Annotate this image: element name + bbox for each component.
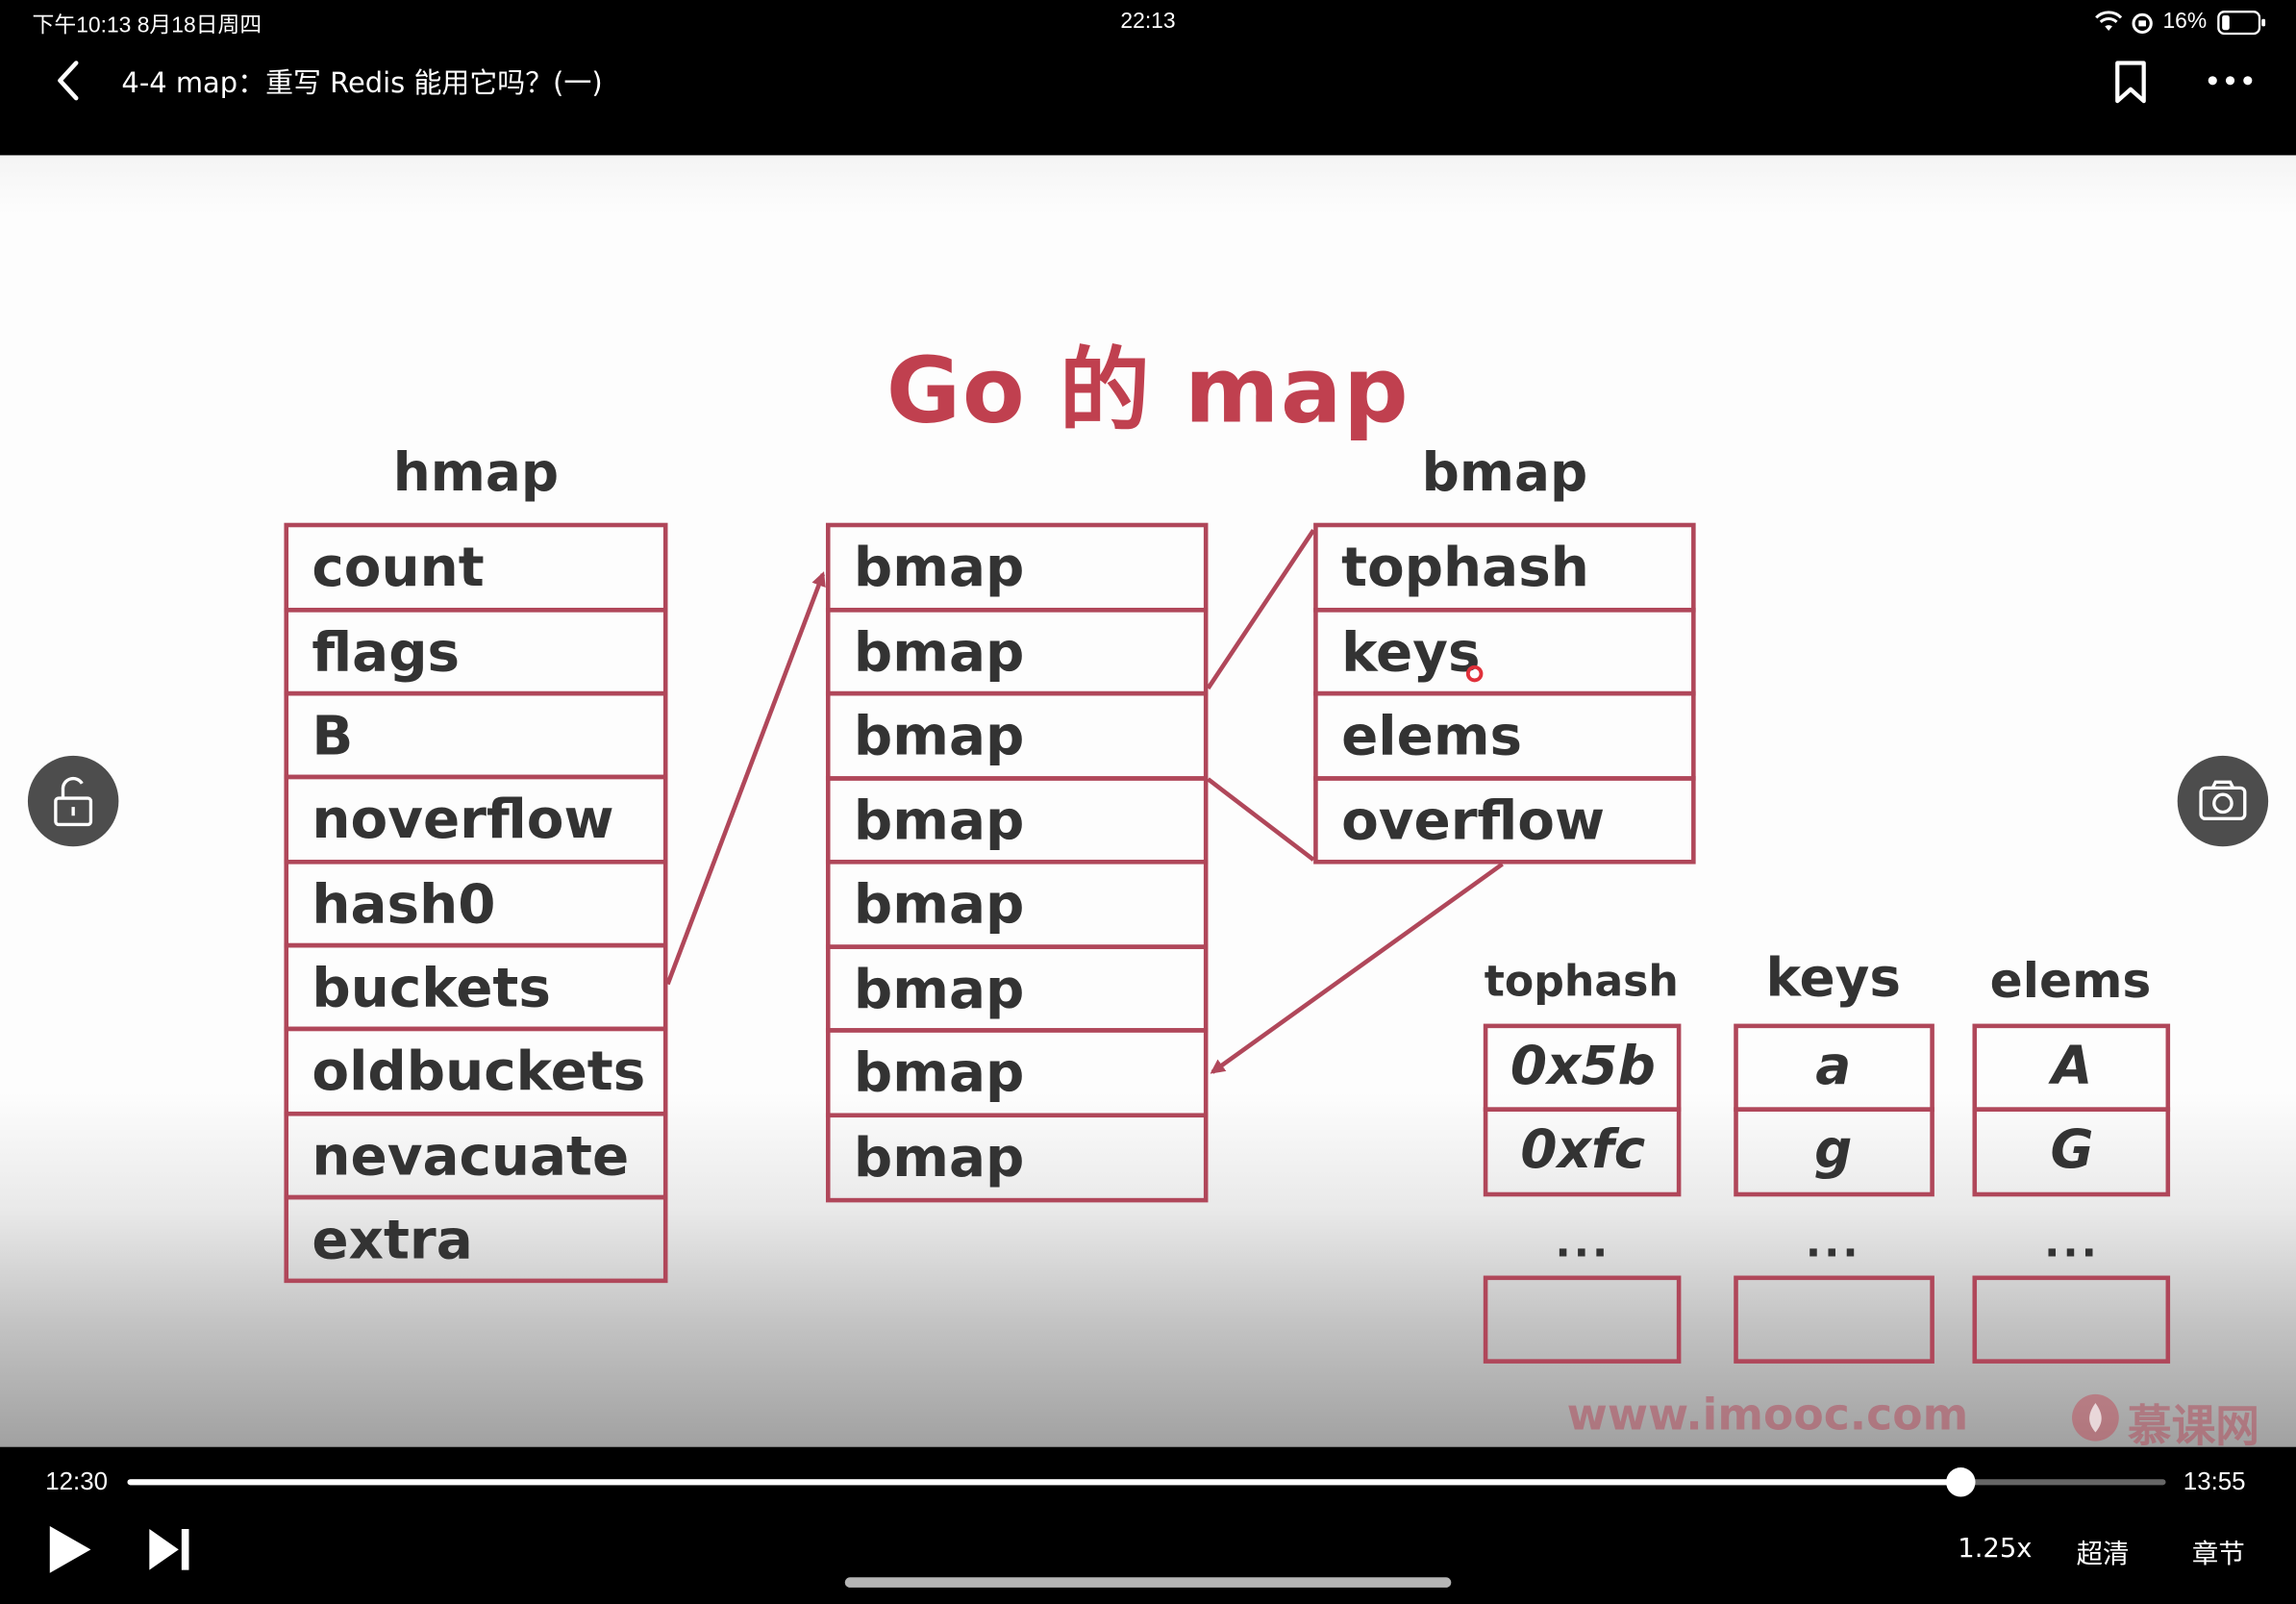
lock-screen-button[interactable]	[27, 755, 119, 847]
camera-icon	[2199, 780, 2247, 821]
unlock-icon	[54, 776, 93, 827]
video-frame[interactable]: Go 的 map hmap count flags B noverflow ha…	[0, 155, 2296, 1447]
current-time: 12:30	[45, 1467, 109, 1495]
screenshot-button[interactable]	[2177, 755, 2269, 847]
rotation-lock-icon	[2132, 13, 2153, 35]
next-icon[interactable]	[146, 1526, 193, 1573]
video-title: 4-4 map：重写 Redis 能用它吗？(一)	[121, 67, 603, 100]
bookmark-icon[interactable]	[2111, 59, 2150, 106]
wifi-icon	[2095, 11, 2123, 31]
status-center-time: 22:13	[1120, 9, 1176, 35]
chapters-button[interactable]: 章节	[2192, 1534, 2245, 1572]
watermark-brand: 慕课网	[2127, 1401, 2259, 1447]
play-icon[interactable]	[45, 1523, 95, 1576]
home-indicator[interactable]	[844, 1577, 1452, 1588]
more-icon[interactable]	[2206, 70, 2256, 90]
speed-button[interactable]: 1.25x	[1958, 1534, 2032, 1565]
battery-icon	[2217, 11, 2266, 36]
total-time: 13:55	[2183, 1467, 2246, 1495]
quality-button[interactable]: 超清	[2077, 1534, 2130, 1572]
imooc-logo-icon	[2072, 1393, 2119, 1441]
progress-fill	[127, 1479, 1961, 1486]
battery-percent: 16%	[2162, 9, 2208, 35]
back-icon[interactable]	[53, 59, 86, 103]
progress-handle[interactable]	[1946, 1467, 1977, 1497]
progress-bar[interactable]	[127, 1467, 2166, 1497]
diagram-arrows	[665, 529, 1504, 1074]
watermark-url: www.imooc.com	[1566, 1390, 1969, 1441]
